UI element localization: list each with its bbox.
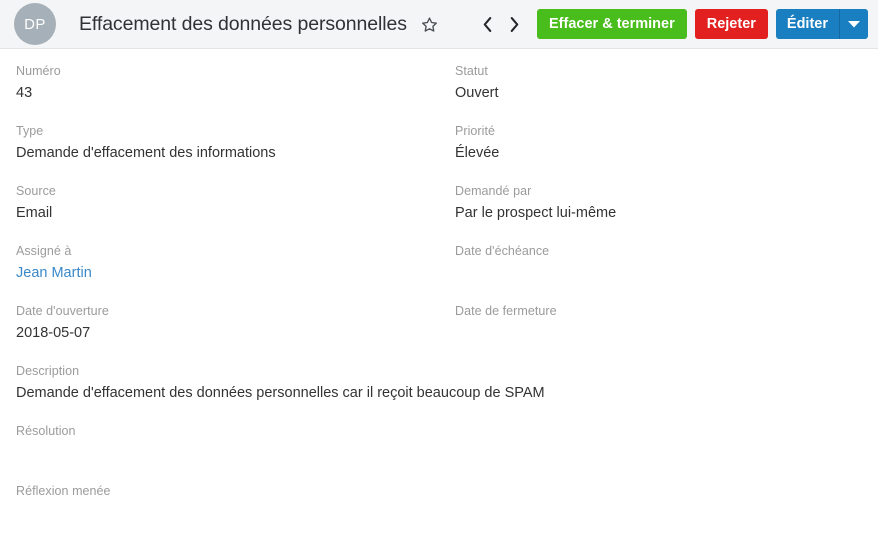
field-num-ro: Numéro 43	[16, 63, 455, 103]
field-label: Type	[16, 124, 44, 138]
field-label: Réflexion menée	[16, 484, 111, 498]
title-wrap: Effacement des données personnelles	[79, 13, 438, 36]
field-label: Statut	[455, 64, 488, 78]
field-date-d-ouverture: Date d'ouverture 2018-05-07	[16, 303, 455, 343]
field-type: Type Demande d'effacement des information…	[16, 123, 455, 163]
field-source: Source Email	[16, 183, 455, 223]
field-value: Élevée	[455, 145, 500, 161]
next-record-icon[interactable]	[506, 13, 522, 35]
avatar: DP	[14, 3, 56, 45]
field-demand-par: Demandé par Par le prospect lui-même	[455, 183, 864, 223]
field-date-de-fermeture: Date de fermeture	[455, 303, 864, 343]
field-value: Email	[16, 205, 53, 221]
field-assign: Assigné à Jean Martin	[16, 243, 455, 283]
page-title: Effacement des données personnelles	[79, 12, 407, 35]
field-statut: Statut Ouvert	[455, 63, 864, 103]
field-value: Par le prospect lui-même	[455, 205, 617, 221]
field-label: Résolution	[16, 424, 76, 438]
field-label: Date d'échéance	[455, 244, 550, 258]
field-label: Numéro	[16, 64, 61, 78]
field-value: Demande d'effacement des informations	[16, 145, 276, 161]
field-value-link[interactable]: Jean Martin	[16, 264, 455, 283]
chevron-down-icon[interactable]	[839, 9, 868, 39]
previous-record-icon[interactable]	[479, 13, 495, 35]
field-value: 43	[16, 85, 33, 101]
avatar-initials: DP	[24, 15, 46, 33]
field-r-flexion-men-e: Réflexion menée	[16, 483, 864, 523]
reject-button[interactable]: Rejeter	[694, 9, 768, 39]
record-details: Numéro 43 Statut Ouvert Type Demande d'efface…	[0, 49, 878, 543]
field-label: Assigné à	[16, 244, 72, 258]
field-value: Demande d'effacement des données personn…	[16, 385, 545, 401]
field-label: Date de fermeture	[455, 304, 557, 318]
field-value	[455, 264, 864, 283]
header-actions: Effacer & terminer Rejeter Éditer	[537, 9, 868, 39]
field-label: Demandé par	[455, 184, 532, 198]
field-value	[16, 504, 864, 523]
field-value	[455, 324, 864, 343]
field-description: Description Demande d'effacement des donn…	[16, 363, 864, 403]
resolve-button[interactable]: Effacer & terminer	[537, 9, 687, 39]
field-value: Ouvert	[455, 85, 499, 101]
field-date-d-ch-ance: Date d'échéance	[455, 243, 864, 283]
field-r-solution: Résolution	[16, 423, 864, 463]
field-grid: Numéro 43 Statut Ouvert Type Demande d'efface…	[16, 63, 864, 543]
edit-button[interactable]: Éditer	[775, 9, 839, 39]
record-navigation	[479, 13, 522, 35]
star-outline-icon[interactable]	[421, 16, 438, 33]
field-priorit: Priorité Élevée	[455, 123, 864, 163]
field-value	[16, 444, 864, 463]
field-value: 2018-05-07	[16, 325, 91, 341]
edit-split-button: Éditer	[775, 9, 868, 39]
record-header: DP Effacement des données personnelles E…	[0, 0, 878, 49]
field-label: Priorité	[455, 124, 495, 138]
field-label: Date d'ouverture	[16, 304, 109, 318]
field-label: Description	[16, 364, 80, 378]
field-label: Source	[16, 184, 56, 198]
